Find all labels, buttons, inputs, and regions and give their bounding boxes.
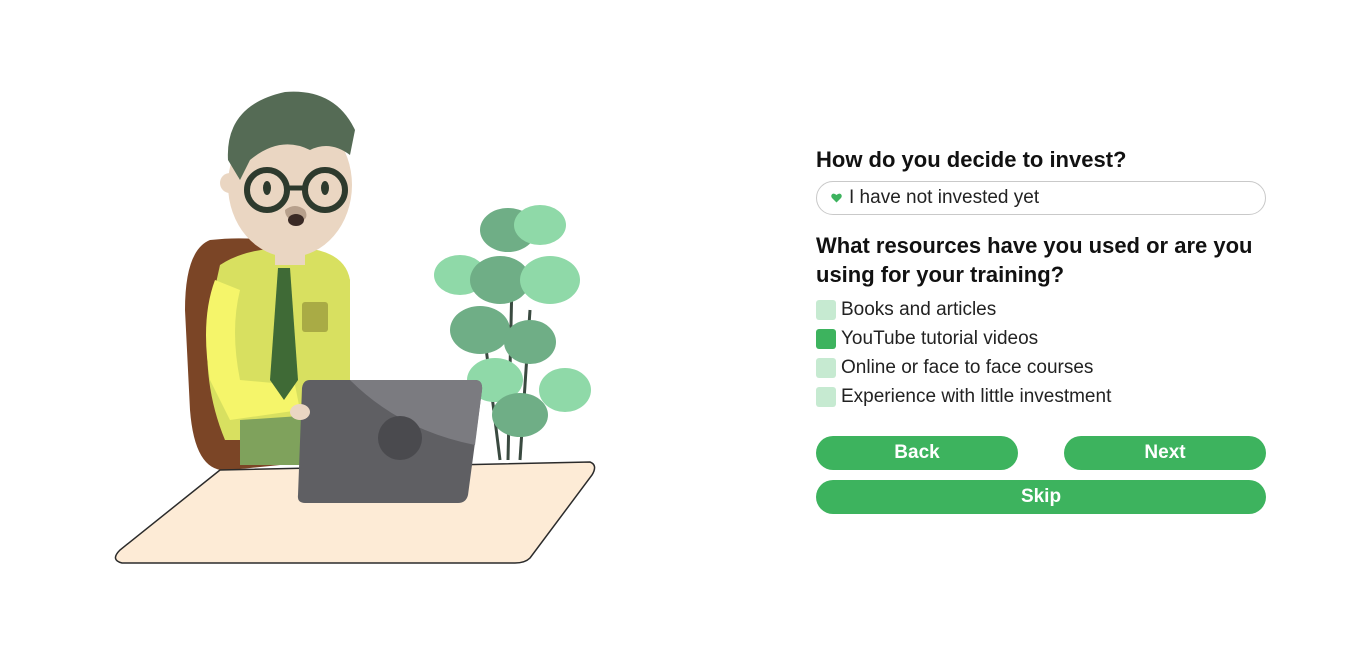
dropdown-selected-value: I have not invested yet: [849, 187, 1040, 208]
option-little-investment[interactable]: Experience with little investment: [816, 382, 1266, 411]
illustration: [114, 91, 596, 564]
option-youtube-tutorials[interactable]: YouTube tutorial videos: [816, 324, 1266, 353]
back-button[interactable]: Back: [816, 436, 1018, 470]
next-button[interactable]: Next: [1064, 436, 1266, 470]
question-1-title: How do you decide to invest?: [816, 147, 1127, 172]
nav-buttons: Back Next: [816, 436, 1266, 470]
option-label: YouTube tutorial videos: [841, 327, 1039, 349]
checkbox[interactable]: [816, 386, 836, 407]
option-books-articles[interactable]: Books and articles: [816, 295, 1266, 324]
option-label: Books and articles: [841, 298, 997, 320]
survey-form: How do you decide to invest? I have not …: [816, 145, 1266, 514]
option-label: Experience with little investment: [841, 385, 1112, 407]
checkbox[interactable]: [816, 299, 836, 320]
heart-icon: [829, 193, 843, 203]
checkbox-checked[interactable]: [816, 328, 836, 349]
resources-options: Books and articles YouTube tutorial vide…: [816, 295, 1266, 411]
question-2-title: What resources have you used or are you …: [816, 233, 1253, 287]
checkbox[interactable]: [816, 357, 836, 378]
option-courses[interactable]: Online or face to face courses: [816, 353, 1266, 382]
invest-method-dropdown[interactable]: I have not invested yet: [816, 181, 1266, 215]
option-label: Online or face to face courses: [841, 356, 1094, 378]
laptop-illustration: [297, 380, 483, 503]
skip-button[interactable]: Skip: [816, 480, 1266, 514]
